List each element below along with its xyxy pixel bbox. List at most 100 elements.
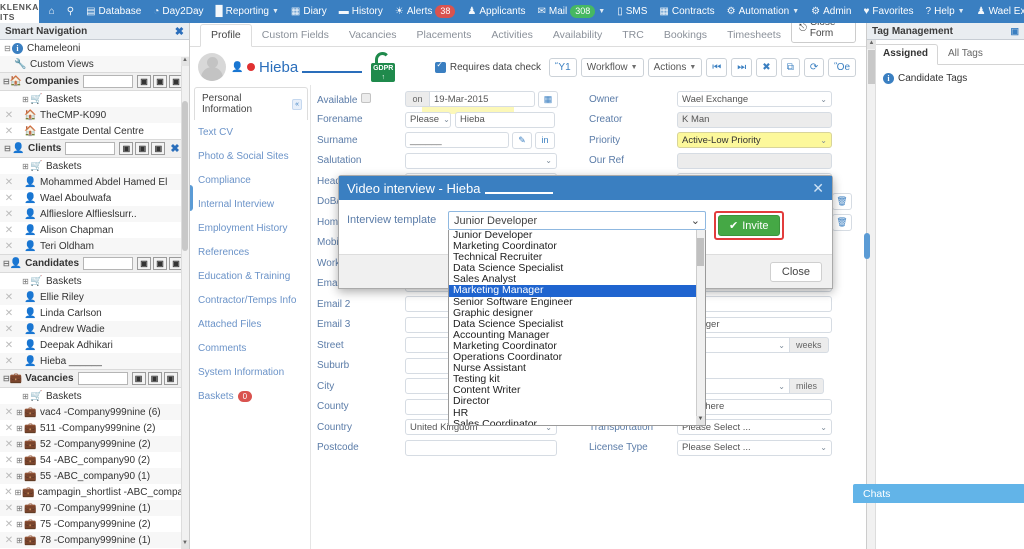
collapse-icon[interactable]: ⊟ [3, 77, 10, 86]
sidebar-search-clients[interactable] [65, 142, 116, 155]
remove-icon[interactable]: ✕ [3, 308, 15, 319]
option-director[interactable]: Director [449, 396, 705, 407]
tree-item-custom-views[interactable]: 🔧 Custom Views [0, 56, 189, 72]
remove-icon[interactable]: ✕ [3, 126, 15, 137]
sidebar-item-baskets[interactable]: ⊞ 🛒 Baskets [0, 388, 189, 404]
invite-button[interactable]: ✔ Invite [718, 215, 780, 236]
collapse-icon[interactable]: ⊟ [3, 259, 10, 268]
scroll-up-icon[interactable]: ▲ [181, 57, 189, 66]
sidebar-search-companies[interactable] [83, 75, 134, 88]
option-marketing-manager[interactable]: Marketing Manager [449, 285, 705, 297]
sidebar-item-hieba[interactable]: ✕ 👤 Hieba ______ [0, 353, 189, 369]
sidebar-item-75-company999nine-2[interactable]: ✕ ⊞ 💼 75 -Company999nine (2) [0, 516, 189, 532]
remove-icon[interactable]: ✕ [3, 110, 15, 121]
move-vacancy-button[interactable]: ▣ [147, 372, 162, 385]
smart-navigation-tree[interactable]: ⊟ i Chameleoni 🔧 Custom Views ⊟ 🏠 Companie… [0, 40, 189, 549]
option-senior-software-engineer[interactable]: Senior Software Engineer [449, 296, 705, 308]
topnav-day2day[interactable]: ◔ Day2Day [147, 0, 209, 23]
collapse-icon[interactable]: ⊟ [3, 144, 12, 153]
topnav-search-icon[interactable]: ⚲ [61, 0, 80, 23]
expand-icon[interactable]: ⊞ [15, 520, 24, 529]
sidebar-search-candidates[interactable] [83, 257, 134, 270]
sidebar-item-mohammed-abdel-hamed-el[interactable]: ✕ 👤 Mohammed Abdel Hamed El [0, 174, 189, 190]
sidebar-item-baskets[interactable]: ⊞ 🛒 Baskets [0, 273, 189, 289]
sidebar-scrollbar[interactable]: ▲ ▼ [181, 57, 189, 549]
add-client-button[interactable]: ▣ [119, 142, 134, 155]
topnav-diary[interactable]: ▦ Diary [285, 0, 333, 23]
tag-panel-scrollbar[interactable]: ▲ [867, 40, 876, 549]
sidebar-item-52-company999nine-2[interactable]: ✕ ⊞ 💼 52 -Company999nine (2) [0, 436, 189, 452]
add-company-button[interactable]: ▣ [137, 75, 152, 88]
remove-icon[interactable]: ✕ [3, 455, 15, 466]
expand-panel-icon[interactable]: ▣ [1010, 26, 1019, 37]
sidebar-item-andrew-wadie[interactable]: ✕ 👤 Andrew Wadie [0, 321, 189, 337]
add-candidate-button[interactable]: ▣ [137, 257, 152, 270]
topnav-home-icon[interactable]: ⌂ [43, 0, 61, 23]
topnav-database[interactable]: ▤ Database [80, 0, 147, 23]
remove-icon[interactable]: ✕ [3, 209, 15, 220]
option-hr[interactable]: HR [449, 407, 705, 419]
remove-icon[interactable]: ✕ [3, 439, 15, 450]
sidebar-item-baskets[interactable]: ⊞ 🛒 Baskets [0, 91, 189, 107]
expand-icon[interactable]: ⊞ [21, 95, 30, 104]
sidebar-item-ellie-riley[interactable]: ✕ 👤 Ellie Riley [0, 289, 189, 305]
scroll-down-icon[interactable]: ▼ [696, 416, 705, 425]
close-icon[interactable]: ✖ [175, 25, 184, 38]
expand-icon[interactable]: ⊟ [3, 44, 12, 53]
remove-icon[interactable]: ✕ [3, 177, 15, 188]
sidebar-item-linda-carlson[interactable]: ✕ 👤 Linda Carlson [0, 305, 189, 321]
dialog-close-button[interactable]: Close [769, 261, 822, 282]
remove-icon[interactable]: ✕ [3, 503, 15, 514]
remove-icon[interactable]: ✕ [3, 340, 15, 351]
save-client-button[interactable]: ▣ [151, 142, 166, 155]
move-client-button[interactable]: ▣ [135, 142, 150, 155]
topnav-mail[interactable]: ✉ Mail 308 ▼ [532, 0, 612, 23]
expand-icon[interactable]: ⊞ [21, 162, 30, 171]
topnav-sms[interactable]: ▯ SMS [611, 0, 653, 23]
interview-template-options-list[interactable]: Junior Developer Marketing Coordinator Tec… [448, 230, 706, 426]
sidebar-item-511-company999nine-2[interactable]: ✕ ⊞ 💼 511 -Company999nine (2) [0, 420, 189, 436]
remove-icon[interactable]: ✕ [3, 519, 15, 530]
remove-icon[interactable]: ✕ [3, 471, 15, 482]
chevron-down-icon[interactable]: ⌄ [691, 214, 700, 227]
scroll-up-icon[interactable]: ▲ [867, 40, 876, 49]
expand-icon[interactable]: ⊞ [15, 456, 24, 465]
expand-icon[interactable]: ⊞ [15, 536, 24, 545]
topnav-wael-exchange[interactable]: ♟Wael Exchange▼ [971, 0, 1024, 23]
expand-icon[interactable]: ⊞ [15, 408, 24, 417]
expand-icon[interactable]: ⊞ [21, 392, 30, 401]
sidebar-item-alison-chapman[interactable]: ✕ 👤 Alison Chapman [0, 222, 189, 238]
remove-icon[interactable]: ✕ [3, 193, 15, 204]
add-vacancy-button[interactable]: ▣ [131, 372, 146, 385]
remove-icon[interactable]: ✕ [3, 292, 15, 303]
sidebar-search-vacancies[interactable] [77, 372, 128, 385]
tag-tab-all-tags[interactable]: All Tags [938, 44, 993, 64]
tree-item-candidate-tags[interactable]: i Candidate Tags [873, 73, 1018, 84]
remove-icon[interactable]: ✕ [3, 324, 15, 335]
caret-down-icon[interactable]: ▼ [792, 8, 799, 15]
sidebar-item-55-abc-company90-1[interactable]: ✕ ⊞ 💼 55 -ABC_company90 (1) [0, 468, 189, 484]
options-scrollbar[interactable]: ▼ [696, 230, 705, 425]
topnav-applicants[interactable]: ♟ Applicants [461, 0, 531, 23]
caret-down-icon[interactable]: ▼ [598, 8, 605, 15]
topnav-contracts[interactable]: ▦ Contracts [653, 0, 720, 23]
expand-icon[interactable]: ⊞ [15, 424, 24, 433]
caret-down-icon[interactable]: ▼ [272, 8, 279, 15]
sidebar-item-baskets[interactable]: ⊞ 🛒 Baskets [0, 158, 189, 174]
tag-tab-assigned[interactable]: Assigned [873, 44, 939, 65]
close-icon[interactable]: ✕ [812, 180, 824, 197]
options-scrollbar-thumb[interactable] [697, 238, 704, 266]
sidebar-item-deepak-adhikari[interactable]: ✕ 👤 Deepak Adhikari [0, 337, 189, 353]
sidebar-item-wael-aboulwafa[interactable]: ✕ 👤 Wael Aboulwafa [0, 190, 189, 206]
sidebar-group-candidates[interactable]: ⊟👤Candidates▣▣▣✖ [0, 254, 189, 273]
sidebar-group-close-icon[interactable]: ✖ [170, 142, 179, 155]
collapse-icon[interactable]: ⊟ [3, 374, 10, 383]
right-panel-resize-handle[interactable] [864, 233, 870, 259]
save-vacancy-button[interactable]: ▣ [163, 372, 178, 385]
scroll-down-icon[interactable]: ▼ [181, 540, 189, 549]
remove-icon[interactable]: ✕ [3, 407, 15, 418]
expand-icon[interactable]: ⊞ [21, 277, 30, 286]
topnav-favorites[interactable]: ♥ Favorites [857, 0, 919, 23]
scrollbar-thumb[interactable] [182, 101, 188, 251]
move-company-button[interactable]: ▣ [153, 75, 168, 88]
